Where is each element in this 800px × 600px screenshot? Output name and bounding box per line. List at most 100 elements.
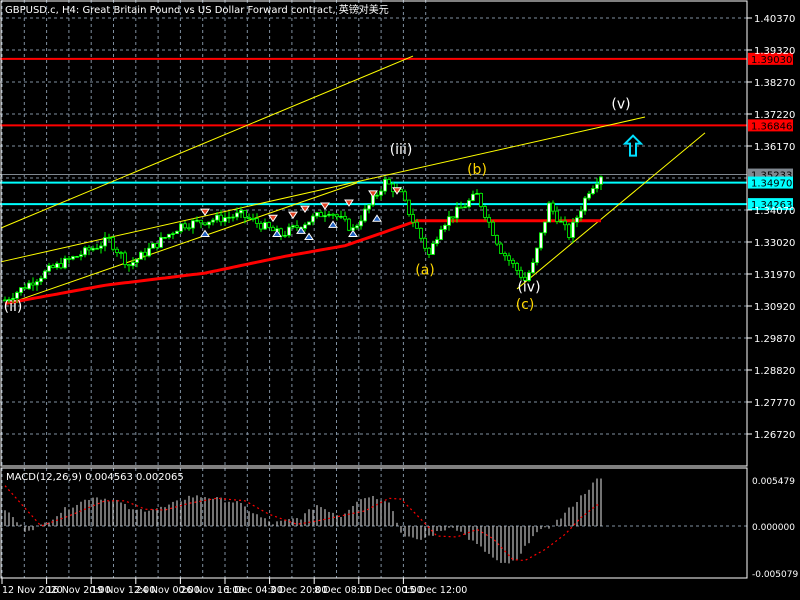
candle-body bbox=[515, 263, 519, 271]
candle-body bbox=[459, 206, 463, 209]
candle-body bbox=[511, 259, 515, 264]
candle-body bbox=[167, 233, 171, 238]
candle-body bbox=[575, 217, 579, 223]
candle-body bbox=[271, 226, 275, 232]
candle-body bbox=[463, 206, 467, 209]
candle-body bbox=[151, 243, 155, 249]
macd-title: MACD(12,26,9) 0.004563 0.002065 bbox=[6, 472, 184, 483]
candle-body bbox=[355, 225, 359, 229]
candle-body bbox=[407, 199, 411, 215]
candle bbox=[115, 246, 119, 257]
candle-body bbox=[19, 287, 23, 293]
candle-body bbox=[63, 258, 67, 269]
candle bbox=[487, 214, 491, 228]
candle-body bbox=[443, 224, 447, 230]
candle-body bbox=[99, 245, 103, 249]
candle bbox=[471, 190, 475, 202]
candle-body bbox=[427, 247, 431, 255]
candle bbox=[211, 217, 215, 226]
candle-body bbox=[115, 248, 119, 253]
y-tick-label: 1.37220 bbox=[754, 110, 795, 121]
candle-body bbox=[163, 236, 167, 239]
candle-body bbox=[579, 210, 583, 219]
candle-body bbox=[15, 292, 19, 299]
macd-panel bbox=[4, 478, 602, 564]
candle-body bbox=[415, 221, 419, 229]
candle-body bbox=[231, 216, 235, 219]
candle bbox=[483, 204, 487, 221]
candle bbox=[191, 218, 195, 234]
candle-body bbox=[183, 223, 187, 229]
candle bbox=[119, 250, 123, 259]
candle bbox=[343, 211, 347, 222]
candle bbox=[39, 275, 43, 286]
candle-body bbox=[283, 234, 287, 237]
candle bbox=[95, 243, 99, 250]
candle-body bbox=[191, 220, 195, 229]
macd-signal-line bbox=[4, 485, 601, 562]
candle bbox=[175, 230, 179, 234]
candle bbox=[51, 263, 55, 269]
candle bbox=[539, 232, 543, 251]
candle bbox=[327, 211, 331, 218]
candle-body bbox=[31, 282, 35, 286]
candle-body bbox=[491, 221, 495, 236]
candle-body bbox=[567, 224, 571, 238]
candle-body bbox=[159, 236, 163, 248]
candle bbox=[111, 235, 115, 252]
candle bbox=[67, 256, 71, 264]
candle-body bbox=[59, 263, 63, 269]
candle-body bbox=[111, 237, 115, 250]
candle bbox=[443, 223, 447, 233]
candle bbox=[531, 258, 535, 274]
candle-body bbox=[339, 215, 343, 218]
candle bbox=[259, 221, 263, 232]
y-tick-label: 1.40370 bbox=[754, 14, 795, 25]
candle-body bbox=[147, 247, 151, 257]
candle-body bbox=[67, 258, 71, 260]
candle-body bbox=[187, 227, 191, 230]
candle-body bbox=[411, 214, 415, 223]
y-tick-label: 1.39320 bbox=[754, 46, 795, 57]
candle bbox=[99, 241, 103, 254]
candle bbox=[567, 222, 571, 240]
candle-body bbox=[439, 229, 443, 240]
candle-body bbox=[559, 220, 563, 223]
candle-body bbox=[591, 188, 595, 195]
x-tick-label: 15 Dec 12:00 bbox=[403, 585, 467, 596]
candle bbox=[363, 204, 367, 223]
candle-body bbox=[91, 247, 95, 251]
candle bbox=[279, 227, 283, 241]
wave-label: (a) bbox=[415, 263, 435, 279]
sell-arrow-icon bbox=[300, 205, 310, 213]
sell-arrow-icon bbox=[320, 202, 330, 210]
candle bbox=[71, 255, 75, 261]
price-level-label: 1.34970 bbox=[751, 179, 792, 190]
candle bbox=[251, 213, 255, 222]
candle bbox=[171, 231, 175, 240]
candle-body bbox=[235, 212, 239, 218]
candle-body bbox=[307, 221, 311, 226]
candle bbox=[55, 261, 59, 270]
candle bbox=[263, 218, 267, 230]
candle-body bbox=[291, 225, 295, 228]
candle-body bbox=[87, 247, 91, 251]
candle bbox=[423, 236, 427, 252]
candle-body bbox=[311, 215, 315, 223]
candle bbox=[91, 245, 95, 252]
candle bbox=[179, 223, 183, 234]
buy-arrow-icon bbox=[304, 232, 314, 241]
candle-body bbox=[39, 277, 43, 283]
candle bbox=[591, 185, 595, 196]
candle-body bbox=[263, 222, 267, 230]
candle-body bbox=[287, 226, 291, 236]
candle bbox=[579, 206, 583, 222]
candle bbox=[123, 250, 127, 269]
candle bbox=[199, 219, 203, 229]
buy-arrow-icon bbox=[372, 214, 382, 222]
candle-body bbox=[27, 282, 31, 290]
price-chart[interactable]: 1.390301.368461.352331.349701.34263 (ii)… bbox=[0, 0, 800, 600]
candle bbox=[519, 266, 523, 280]
y-tick-label: 1.31970 bbox=[754, 270, 795, 281]
y-tick-label: 1.30920 bbox=[754, 302, 795, 313]
